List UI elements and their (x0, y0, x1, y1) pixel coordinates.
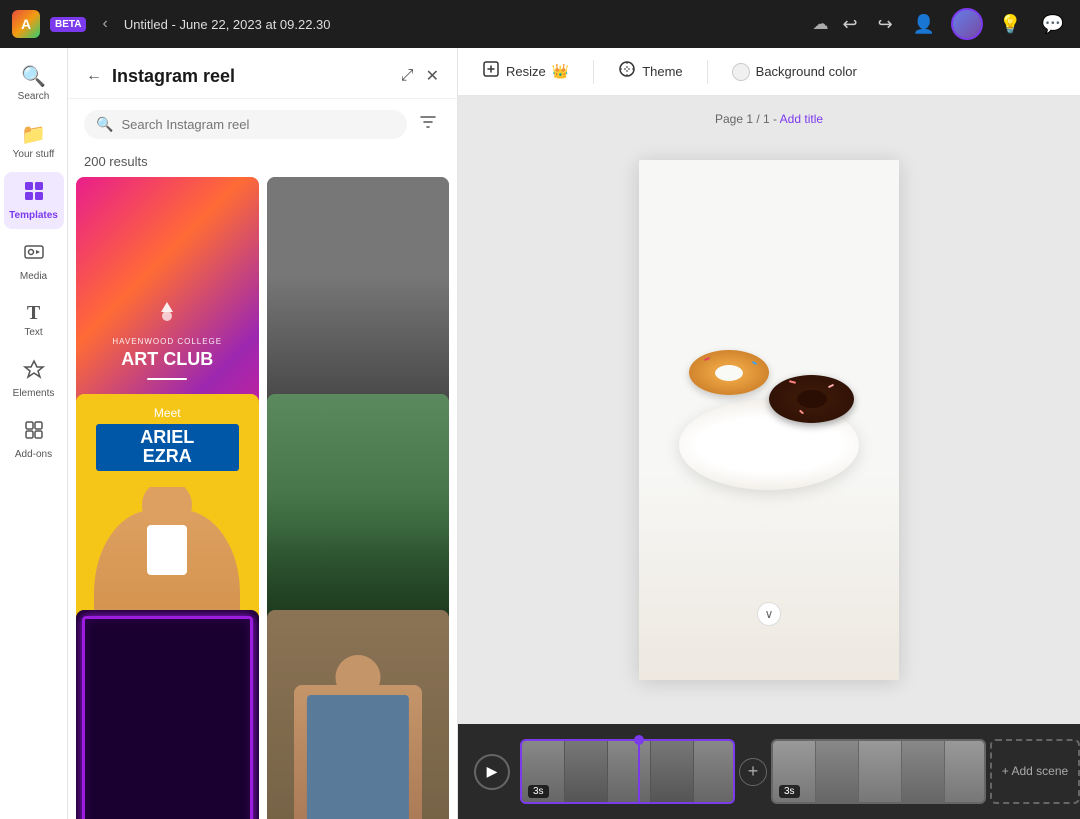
resize-crown-icon: 👑 (552, 63, 569, 80)
timeline-add-button[interactable]: + (739, 758, 767, 786)
bg-color-button[interactable]: Background color (724, 57, 865, 87)
main-area: 🔍 Search 📁 Your stuff Templates (0, 48, 1080, 819)
card-art-club-line (147, 378, 187, 380)
segment-2-thumbs (773, 741, 986, 802)
toolbar-divider-1 (593, 60, 594, 84)
search-input-wrapper: 🔍 (84, 110, 407, 139)
donut-glazed (689, 350, 769, 395)
results-count: 200 results (68, 150, 457, 177)
search-icon: 🔍 (21, 64, 46, 89)
sidebar: 🔍 Search 📁 Your stuff Templates (0, 48, 68, 819)
thumb (902, 741, 945, 802)
thumb (694, 741, 735, 802)
sidebar-item-addons[interactable]: Add-ons (4, 411, 64, 468)
panel-back-button[interactable]: ← (84, 65, 104, 87)
timeline-play-button[interactable]: ▶ (474, 754, 510, 790)
timeline-wrapper: 3s + 3s (520, 739, 1080, 804)
sidebar-item-elements[interactable]: Elements (4, 350, 64, 407)
thumb (816, 741, 859, 802)
document-title: Untitled - June 22, 2023 at 09.22.30 (124, 17, 803, 32)
plate-container (669, 330, 869, 510)
card-art-club-logo (151, 294, 183, 333)
redo-button[interactable]: ↪ (874, 10, 897, 39)
folder-icon: 📁 (21, 122, 46, 147)
template-card-portrait[interactable] (267, 610, 450, 819)
bg-color-swatch (732, 63, 750, 81)
cloud-icon: ☁ (813, 14, 829, 34)
timeline-segment-2[interactable]: 3s (771, 739, 986, 804)
sidebar-item-media[interactable]: Media (4, 233, 64, 290)
account-button[interactable]: 👤 (909, 10, 939, 39)
search-icon: 🔍 (96, 116, 113, 133)
theme-button[interactable]: Theme (610, 54, 690, 89)
timeline-bar: ▶ (458, 724, 1080, 819)
card-ariel-name: ARIELEZRA (104, 428, 231, 468)
sidebar-item-text[interactable]: T Text (4, 294, 64, 346)
undo-button[interactable]: ↩ (839, 10, 862, 39)
search-input[interactable] (121, 117, 395, 132)
theme-icon (618, 60, 636, 83)
card-portrait-content (267, 610, 450, 819)
play-icon: ▶ (487, 763, 498, 780)
addons-icon (23, 419, 45, 447)
canvas-content: Page 1 / 1 - Add title (458, 96, 1080, 724)
help-button[interactable]: 💡 (995, 10, 1025, 39)
template-card-ridgewood[interactable]: Ridgewood College Theater Club SHOWSTOPP… (76, 610, 259, 819)
page-label: Page 1 / 1 - Add title (715, 112, 823, 126)
card-ariel-name-box: ARIELEZRA (96, 424, 239, 472)
canvas-area: Resize 👑 Theme Background color (458, 48, 1080, 819)
thumb (608, 741, 651, 802)
resize-button[interactable]: Resize 👑 (474, 54, 577, 89)
segment-1-time-badge: 3s (528, 785, 549, 798)
donut-chocolate (769, 375, 854, 423)
add-scene-button[interactable]: + Add scene (990, 739, 1080, 804)
beta-badge: BETA (50, 17, 86, 32)
sidebar-item-search[interactable]: 🔍 Search (4, 56, 64, 110)
add-title-link[interactable]: Add title (780, 112, 823, 126)
toolbar-divider-2 (707, 60, 708, 84)
card-art-club-subtitle: HAVENWOOD COLLEGE (112, 337, 222, 346)
collapse-button[interactable]: ∨ (757, 602, 781, 626)
timeline-segment-1[interactable]: 3s (520, 739, 735, 804)
thumb (565, 741, 608, 802)
thumb (945, 741, 986, 802)
text-icon: T (27, 302, 40, 325)
thumb (859, 741, 902, 802)
panel-header: ← Instagram reel ⤢ ✕ (68, 48, 457, 99)
thumb (651, 741, 694, 802)
comments-button[interactable]: 💬 (1038, 10, 1068, 39)
card-ariel-meet: Meet (88, 406, 247, 420)
topbar: A BETA ‹ Untitled - June 22, 2023 at 09.… (0, 0, 1080, 48)
avatar[interactable] (951, 8, 983, 40)
card-ariel-top: Meet ARIELEZRA (76, 394, 259, 488)
segment-2-time-badge: 3s (779, 785, 800, 798)
resize-icon (482, 60, 500, 83)
templates-panel: ← Instagram reel ⤢ ✕ 🔍 200 results (68, 48, 458, 819)
sidebar-item-templates[interactable]: Templates (4, 172, 64, 229)
elements-icon (23, 358, 45, 386)
templates-icon (23, 180, 45, 208)
media-icon (23, 241, 45, 269)
nav-back-button[interactable]: ‹ (96, 11, 113, 37)
card-ridgewood-content: Ridgewood College Theater Club SHOWSTOPP… (76, 610, 259, 819)
panel-expand-button[interactable]: ⤢ (399, 65, 416, 87)
card-art-club-title: ART CLUB (121, 350, 213, 370)
app-logo: A (12, 10, 40, 38)
card-portrait-figure (294, 685, 422, 819)
panel-close-button[interactable]: ✕ (424, 64, 441, 88)
filter-button[interactable] (415, 109, 441, 140)
templates-grid: HAVENWOOD COLLEGE ART CLUB ▶ ELIJAHJONES… (68, 177, 457, 819)
topbar-actions: ↩ ↪ 👤 💡 💬 (839, 8, 1068, 40)
segment-1-thumbs (522, 741, 735, 802)
sidebar-item-your-stuff[interactable]: 📁 Your stuff (4, 114, 64, 168)
search-bar: 🔍 (68, 99, 457, 150)
card-portrait-inner (267, 610, 450, 819)
canvas-toolbar: Resize 👑 Theme Background color (458, 48, 1080, 96)
timeline-tracks: 3s + 3s (520, 739, 1080, 804)
panel-title: Instagram reel (112, 66, 391, 87)
